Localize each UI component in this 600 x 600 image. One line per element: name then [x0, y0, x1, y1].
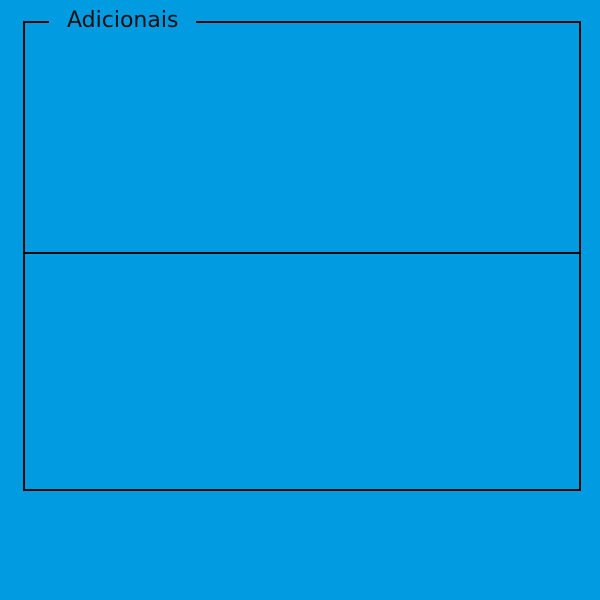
adicionais-top-panel — [25, 23, 579, 252]
window-root: Adicionais — [0, 0, 600, 600]
groupbox-legend: Adicionais — [49, 6, 197, 36]
adicionais-bottom-panel — [25, 254, 579, 489]
